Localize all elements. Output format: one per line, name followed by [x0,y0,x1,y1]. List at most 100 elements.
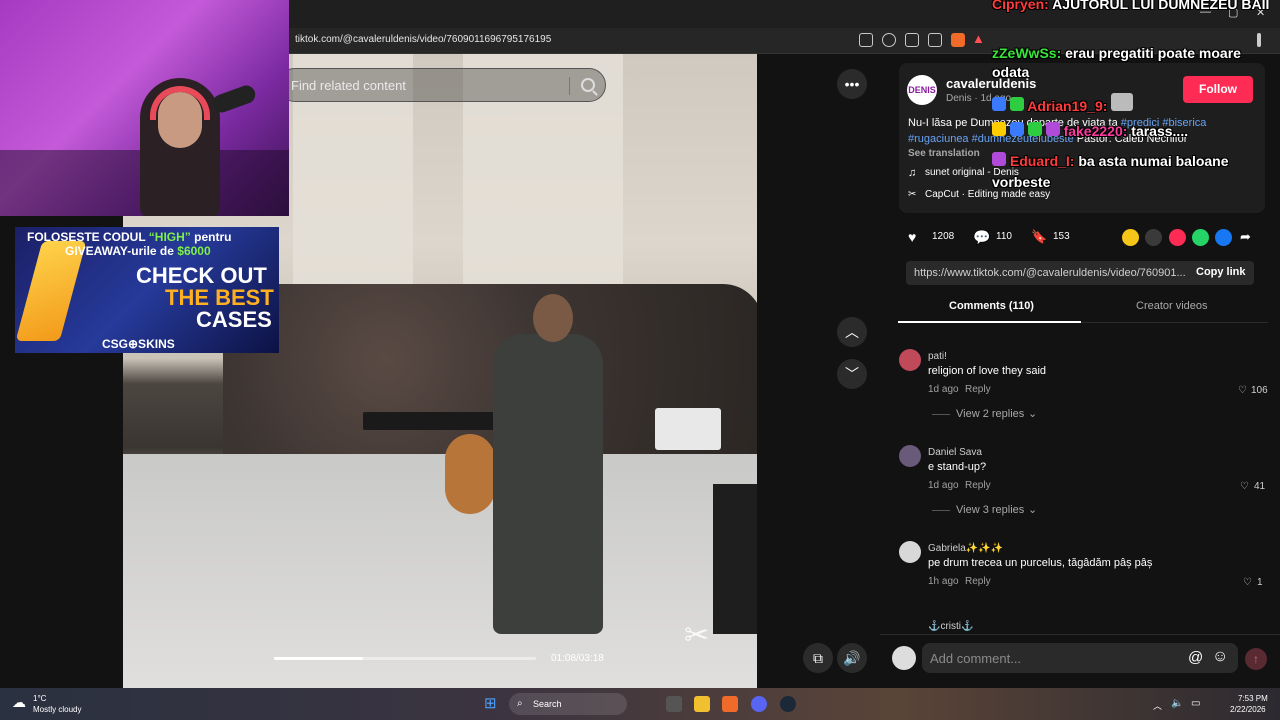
clock-date[interactable]: 2/22/2026 [1230,705,1266,714]
reply-button[interactable]: Reply [965,480,991,491]
brave-rewards-icon[interactable]: ▲ [972,31,985,46]
avatar[interactable] [899,445,921,467]
copy-link-button[interactable]: Copy link [1196,266,1246,278]
post-comment-button[interactable]: ↑ [1245,648,1267,670]
heart-icon[interactable]: ♥ [908,229,916,245]
comment-count: 110 [996,231,1012,242]
comment-text: e stand-up? [928,461,987,473]
music-note-icon: ♫ [908,167,917,179]
pastor [493,334,603,634]
replies-divider [932,510,950,511]
brave-shield-icon[interactable] [951,33,965,47]
search-divider [569,77,570,95]
network-icon[interactable]: ▭ [1191,698,1200,709]
tab-creator-videos[interactable]: Creator videos [1136,300,1208,312]
comment-input[interactable]: Add comment... @ ☺ [922,643,1238,673]
taskbar [0,688,1280,720]
chat-username: Eduard_I: [1009,153,1075,169]
guitar [445,434,495,514]
avatar[interactable] [899,349,921,371]
ad-cases: CASES [196,307,272,332]
avatar[interactable] [899,541,921,563]
comment-heart-icon[interactable]: ♡ [1240,481,1249,492]
comment-username[interactable]: Daniel Sava [928,447,982,458]
tab-active-indicator [898,321,1081,323]
previous-video-button[interactable]: ︿ [837,317,867,347]
ad-amount: $6000 [177,244,211,258]
taskbar-search-label: Search [533,699,562,709]
chat-badge-icon [1009,122,1024,136]
share-link-box[interactable]: https://www.tiktok.com/@cavaleruldenis/v… [906,261,1254,285]
whatsapp-icon[interactable] [1192,229,1209,246]
search-placeholder: Find related content [291,78,406,93]
share-page-icon[interactable] [928,33,942,47]
chat-message: zZeWwSs: erau pregatiti poate moare odat… [992,44,1270,82]
capcut-icon: ✂ [908,189,917,200]
author-avatar[interactable]: DENIS [907,75,937,105]
replies-divider [932,414,950,415]
share-link-text[interactable]: https://www.tiktok.com/@cavaleruldenis/v… [914,267,1186,279]
task-view-icon[interactable] [666,696,682,712]
tab-comments[interactable]: Comments (110) [949,300,1034,312]
view-replies-button[interactable]: View 3 replies [956,504,1024,516]
url-text[interactable]: tiktok.com/@cavaleruldenis/video/7609011… [295,34,551,45]
avatar[interactable] [892,646,916,670]
comment-text: religion of love they said [928,365,1047,377]
search-icon[interactable] [581,78,595,92]
ad-text: pentru [190,230,232,244]
ad-line-1: FOLOSESTE CODUL “HIGH” pentru [27,230,231,244]
weather-icon[interactable]: ☁ [12,694,26,711]
speaker [713,484,757,634]
comment-heart-icon[interactable]: ♡ [1238,385,1247,396]
taskbar-search[interactable]: ⌕ Search [509,693,627,715]
emoji-icon[interactable]: ☺ [1212,648,1228,666]
picture-in-picture-icon[interactable]: ⧉ [803,643,833,673]
mention-icon[interactable]: @ [1188,649,1203,666]
volume-icon[interactable]: 🔊 [837,643,867,673]
embed-icon[interactable] [1145,229,1162,246]
comment-placeholder: Add comment... [930,651,1022,666]
chat-badge-icon [1045,122,1060,136]
chevron-down-icon[interactable]: ⌄ [1028,503,1037,516]
send-icon[interactable] [1169,229,1186,246]
chat-text: tarass.... [1127,123,1189,139]
next-video-button[interactable]: ﹀ [837,359,867,389]
reader-off-icon[interactable] [859,33,873,47]
cast-icon[interactable] [905,33,919,47]
comment-username[interactable]: Gabriela✨✨✨ [928,543,1003,554]
file-explorer-icon[interactable] [694,696,710,712]
start-icon[interactable]: ⊞ [484,694,497,712]
chat-badge-icon [992,152,1006,166]
reply-button[interactable]: Reply [965,384,991,395]
video-progress-bar[interactable] [274,657,536,660]
comment-username[interactable]: pati! [928,351,947,362]
comment-heart-icon[interactable]: ♡ [1243,577,1252,588]
comment-username[interactable]: ⚓cristi⚓ [928,621,973,632]
more-options-button[interactable]: ••• [837,69,867,99]
laptop [655,408,721,450]
weather-temp: 1°C [33,694,47,703]
view-replies-button[interactable]: View 2 replies [956,408,1024,420]
discord-icon[interactable] [751,696,767,712]
tray-chevron-icon[interactable]: ︿ [1153,699,1162,712]
chat-username: Adrian19_9: [1027,98,1108,114]
speaker-tray-icon[interactable]: 🔈 [1171,698,1183,709]
chevron-down-icon[interactable]: ⌄ [1028,407,1037,420]
comment-icon[interactable]: 💬 [973,229,990,246]
repost-icon[interactable] [1122,229,1139,246]
ad-line-2: GIVEAWAY-urile de $6000 [65,244,211,258]
clock-time[interactable]: 7:53 PM [1238,694,1268,703]
bookmark-icon[interactable]: 🔖 [1031,229,1047,245]
share-arrow-icon[interactable]: ➦ [1240,229,1251,245]
facebook-icon[interactable] [1215,229,1232,246]
reply-button[interactable]: Reply [965,576,991,587]
chat-badge-icon [1027,122,1042,136]
steam-icon[interactable] [780,696,796,712]
related-search-box[interactable]: Find related content [278,68,606,102]
comment-time: 1d ago [928,480,959,491]
chat-text: AJUTORUL LUI DUMNEZEU BAII [1048,0,1270,12]
see-translation-link[interactable]: See translation [908,148,980,159]
brave-icon[interactable] [722,696,738,712]
chat-badge-icon [992,122,1006,136]
zoom-icon[interactable] [882,33,896,47]
